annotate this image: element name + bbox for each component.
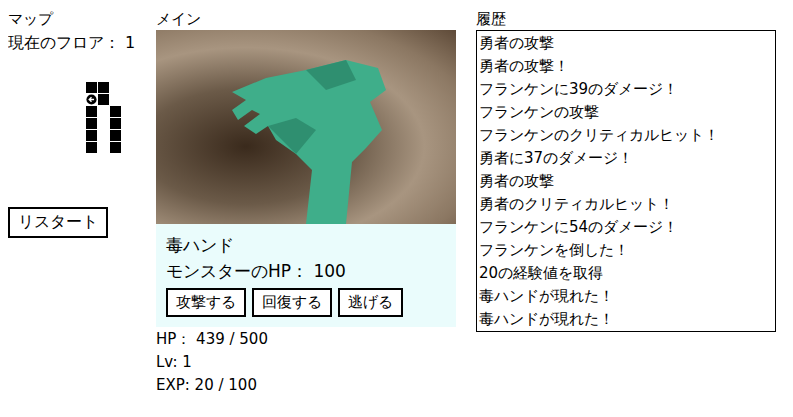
map-panel: マップ現在のフロア： 1 リスタート	[8, 8, 156, 397]
map-heading: マップ	[8, 8, 156, 30]
log-line: 勇者の攻撃	[477, 170, 775, 193]
map-cell	[86, 106, 97, 117]
floor-label: 現在のフロア： 1	[8, 32, 156, 54]
main-heading: メイン	[156, 8, 456, 30]
action-button[interactable]: 逃げる	[338, 288, 403, 317]
map-cell	[98, 82, 109, 93]
log-line: フランケンの攻撃	[477, 101, 775, 124]
map-cell	[110, 130, 121, 141]
player-stats: HP： 439 / 500Lv: 1EXP: 20 / 100	[156, 327, 456, 397]
map-cell	[86, 82, 97, 93]
action-bar: 攻撃する回復する逃げる	[166, 288, 446, 317]
log-line: 勇者の攻撃！	[477, 55, 775, 78]
map-cell	[98, 130, 109, 141]
monster-panel: 毒ハンドモンスターのHP： 100 攻撃する回復する逃げる	[156, 224, 456, 327]
map-cell	[110, 142, 121, 153]
game-screen: マップ現在のフロア： 1 リスタート メイン毒ハンドモンスターのHP： 100 攻撃す…	[8, 8, 785, 397]
map-cell	[86, 94, 97, 105]
map-cell	[98, 94, 109, 105]
map-cell	[110, 82, 121, 93]
map-cell	[110, 94, 121, 105]
player-level: Lv: 1	[156, 351, 456, 374]
action-button[interactable]: 回復する	[252, 288, 332, 317]
history-log[interactable]: 勇者の攻撃勇者の攻撃！フランケンに39のダメージ！フランケンの攻撃フランケンのク…	[476, 30, 776, 332]
log-line: 勇者の攻撃	[477, 32, 775, 55]
battle-scene	[156, 30, 456, 224]
log-line: 毒ハンドが現れた！	[477, 308, 775, 331]
log-line: 勇者に37のダメージ！	[477, 147, 775, 170]
monster-hp: モンスターのHP： 100	[166, 260, 446, 282]
log-line: フランケンを倒した！	[477, 239, 775, 262]
restart-button[interactable]: リスタート	[8, 207, 108, 238]
map-cell	[110, 118, 121, 129]
history-panel: 履歴勇者の攻撃勇者の攻撃！フランケンに39のダメージ！フランケンの攻撃フランケン…	[476, 8, 756, 397]
map-cell	[98, 106, 109, 117]
monster-name: 毒ハンド	[166, 234, 446, 256]
map-cell	[98, 118, 109, 129]
player-arrow-icon	[86, 93, 97, 106]
main-panel: メイン毒ハンドモンスターのHP： 100 攻撃する回復する逃げる HP： 439 /…	[156, 8, 456, 397]
player-hp: HP： 439 / 500	[156, 328, 456, 351]
map-cell	[86, 118, 97, 129]
log-line: 勇者のクリティカルヒット！	[477, 193, 775, 216]
log-line: 20の経験値を取得	[477, 262, 775, 285]
map-cell	[98, 142, 109, 153]
action-button[interactable]: 攻撃する	[166, 288, 246, 317]
log-line: 毒ハンドが現れた！	[477, 285, 775, 308]
log-line: フランケンのクリティカルヒット！	[477, 124, 775, 147]
map-cell	[86, 142, 97, 153]
log-line: フランケンに54のダメージ！	[477, 216, 775, 239]
poison-hand-icon	[156, 30, 456, 224]
dungeon-map	[86, 82, 156, 153]
player-exp: EXP: 20 / 100	[156, 374, 456, 397]
map-cell	[110, 106, 121, 117]
history-heading: 履歴	[476, 8, 756, 30]
map-cell	[86, 130, 97, 141]
log-line: フランケンに39のダメージ！	[477, 78, 775, 101]
